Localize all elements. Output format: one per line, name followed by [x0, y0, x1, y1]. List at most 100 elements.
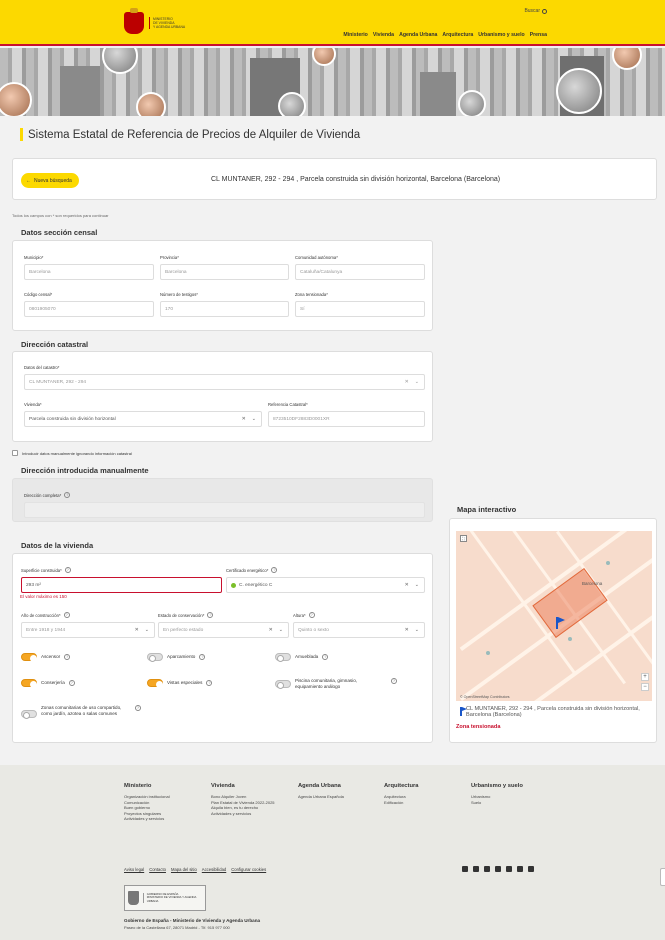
facebook-icon[interactable]: [484, 866, 490, 872]
legal-link[interactable]: Mapa del sitio: [171, 867, 197, 872]
chevron-down-icon[interactable]: ⌄: [415, 379, 419, 385]
info-icon[interactable]: ?: [135, 705, 141, 711]
interactive-map[interactable]: Barcelona ⛶ + − © OpenStreetMap Contribu…: [456, 531, 652, 701]
chevron-down-icon[interactable]: ⌄: [415, 582, 419, 588]
estado-select[interactable]: En perfecto estado ✕ ⌄: [158, 622, 289, 638]
clear-icon[interactable]: ✕: [405, 582, 409, 588]
clear-icon[interactable]: ✕: [405, 379, 409, 385]
footer-heading[interactable]: Agenda Urbana: [298, 783, 344, 789]
aparcamiento-toggle[interactable]: [147, 653, 163, 662]
chevron-down-icon[interactable]: ⌄: [252, 416, 256, 422]
conserjeria-toggle[interactable]: [21, 679, 37, 688]
info-icon[interactable]: ?: [308, 612, 315, 618]
piscina-toggle-row: Piscina comunitaria, gimnasio, equipamie…: [275, 677, 397, 690]
zoom-out-button[interactable]: −: [641, 683, 649, 691]
altura-select[interactable]: Quinto o sexto ✕ ⌄: [293, 622, 425, 638]
instagram-icon[interactable]: [495, 866, 501, 872]
footer-link[interactable]: Suelo: [471, 800, 523, 806]
footer-heading[interactable]: Urbanismo y suelo: [471, 783, 523, 789]
codigo-censal-input[interactable]: 0801905070: [24, 301, 154, 317]
info-icon[interactable]: ?: [64, 492, 71, 498]
side-feedback-tab[interactable]: [660, 868, 665, 886]
info-icon[interactable]: ?: [271, 567, 278, 573]
clear-icon[interactable]: ✕: [242, 416, 246, 422]
telegram-icon[interactable]: [506, 866, 512, 872]
ascensor-toggle[interactable]: [21, 653, 37, 662]
search-link[interactable]: Buscar: [524, 8, 547, 14]
direccion-completa-input[interactable]: [24, 502, 425, 518]
footer-link[interactable]: Agenda Urbana Española: [298, 794, 344, 800]
nav-item-agenda-urbana[interactable]: Agenda Urbana: [399, 32, 437, 38]
superficie-input[interactable]: 293 m²: [21, 577, 222, 593]
fullscreen-icon[interactable]: ⛶: [460, 535, 467, 542]
direccion-completa-field: Dirección completa* ?: [24, 492, 425, 518]
podcast-icon[interactable]: [528, 866, 534, 872]
conserjeria-label: Conserjería: [41, 680, 65, 685]
info-icon[interactable]: ?: [199, 654, 206, 660]
clear-icon[interactable]: ✕: [135, 627, 139, 633]
info-icon[interactable]: ?: [207, 612, 214, 618]
twitter-icon[interactable]: [462, 866, 468, 872]
banner-photo: [0, 82, 32, 116]
field-label: Número de testigos*: [160, 292, 198, 297]
info-icon[interactable]: ?: [64, 654, 71, 660]
amueblada-toggle[interactable]: [275, 653, 291, 662]
youtube-icon[interactable]: [473, 866, 479, 872]
info-icon[interactable]: ?: [322, 654, 329, 660]
nav-item-urbanismo[interactable]: Urbanismo y suelo: [478, 32, 524, 38]
footer-heading[interactable]: Vivienda: [211, 783, 283, 789]
footer-link[interactable]: Edificación: [384, 800, 418, 806]
catastro-select[interactable]: CL MUNTANER, 292 - 294 ✕ ⌄: [24, 374, 425, 390]
footer-link[interactable]: Organización institucional: [124, 794, 170, 800]
nav-item-prensa[interactable]: Prensa: [530, 32, 547, 38]
page-title: Sistema Estatal de Referencia de Precios…: [28, 128, 361, 141]
clear-icon[interactable]: ✕: [269, 627, 273, 633]
chevron-down-icon[interactable]: ⌄: [145, 627, 149, 633]
search-icon: [542, 8, 547, 14]
linkedin-icon[interactable]: [517, 866, 523, 872]
superficie-field: Superficie construida* ? 293 m²: [21, 567, 222, 593]
chevron-down-icon[interactable]: ⌄: [279, 627, 283, 633]
ministry-logo[interactable]: Ministerio de Vivienda y Agenda Urbana: [124, 8, 185, 34]
vistas-toggle[interactable]: [147, 679, 163, 688]
new-search-button[interactable]: ← Nueva búsqueda: [21, 173, 79, 188]
legal-link[interactable]: Configurar cookies: [231, 867, 266, 872]
zona-tensionada-input[interactable]: Sí: [295, 301, 425, 317]
footer-link[interactable]: Actividades y servicios: [211, 811, 283, 817]
location-flag-icon[interactable]: [556, 617, 565, 629]
zonas-toggle[interactable]: [21, 710, 37, 719]
info-icon[interactable]: ?: [64, 567, 71, 573]
manual-data-checkbox-row[interactable]: Introducir datos manualmente ignorando i…: [12, 450, 132, 456]
comunidad-input[interactable]: Cataluña/Catalunya: [295, 264, 425, 280]
info-icon[interactable]: ?: [63, 612, 70, 618]
legal-link[interactable]: Contacto: [149, 867, 166, 872]
footer-link[interactable]: Actividades y servicios: [124, 816, 170, 822]
vivienda-select[interactable]: Parcela construida sin división horizont…: [24, 411, 262, 427]
municipio-input[interactable]: Barcelona: [24, 264, 154, 280]
info-icon[interactable]: ?: [391, 678, 397, 684]
nav-item-arquitectura[interactable]: Arquitectura: [442, 32, 473, 38]
nav-item-vivienda[interactable]: Vivienda: [373, 32, 394, 38]
manual-data-checkbox[interactable]: [12, 450, 18, 456]
field-label: Año de construcción* ?: [21, 612, 155, 618]
chevron-down-icon[interactable]: ⌄: [415, 627, 419, 633]
certificado-select[interactable]: C. energético C ✕ ⌄: [226, 577, 425, 593]
info-icon[interactable]: ?: [206, 680, 213, 686]
estado-label: Estado de conservación*: [158, 612, 205, 618]
referencia-input[interactable]: 8723510DF2883D0001XR: [268, 411, 425, 427]
info-icon[interactable]: ?: [68, 680, 75, 686]
provincia-input[interactable]: Barcelona: [160, 264, 289, 280]
map-attribution[interactable]: © OpenStreetMap Contributors: [460, 695, 510, 699]
testigos-input[interactable]: 170: [160, 301, 289, 317]
piscina-toggle[interactable]: [275, 680, 291, 689]
map-title: Mapa interactivo: [457, 505, 517, 514]
legal-link[interactable]: Accesibilidad: [202, 867, 226, 872]
footer-heading[interactable]: Arquitectura: [384, 783, 418, 789]
clear-icon[interactable]: ✕: [405, 627, 409, 633]
anio-select[interactable]: Entre 1918 y 1944 ✕ ⌄: [21, 622, 155, 638]
censal-card: Municipio* Barcelona Provincia* Barcelon…: [12, 240, 433, 331]
zoom-in-button[interactable]: +: [641, 673, 649, 681]
footer-heading[interactable]: Ministerio: [124, 783, 170, 789]
nav-item-ministerio[interactable]: Ministerio: [343, 32, 368, 38]
legal-link[interactable]: Aviso legal: [124, 867, 144, 872]
